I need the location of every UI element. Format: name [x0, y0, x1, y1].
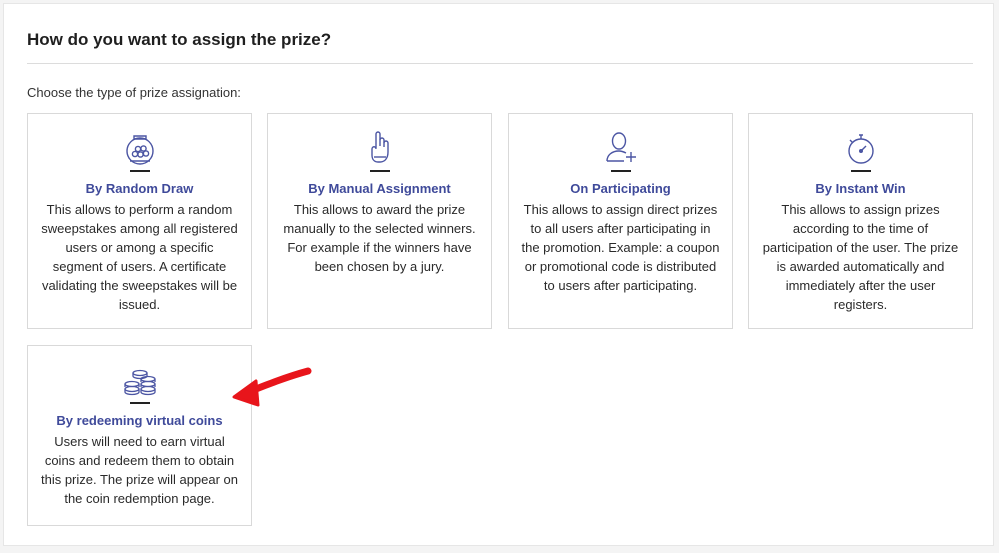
annotation-arrow-icon: [232, 367, 312, 407]
section-subtitle: Choose the type of prize assignation:: [27, 85, 241, 100]
icon-underline: [369, 170, 390, 172]
option-description: This allows to award the prize manually …: [283, 202, 476, 274]
icon-underline: [129, 402, 150, 404]
coins-stack-icon: [123, 369, 156, 396]
option-card-redeeming-virtual-coins[interactable]: By redeeming virtual coins Users will ne…: [27, 345, 252, 526]
stopwatch-icon: [847, 134, 874, 164]
option-title: By Random Draw: [85, 181, 194, 196]
option-card-random-draw[interactable]: By Random Draw This allows to perform a …: [27, 113, 252, 329]
option-card-on-participating[interactable]: On Participating This allows to assign d…: [508, 113, 733, 329]
option-description: Users will need to earn virtual coins an…: [40, 434, 239, 506]
icon-underline: [610, 170, 631, 172]
title-divider: [27, 63, 973, 64]
option-description: This allows to perform a random sweepsta…: [41, 202, 238, 312]
option-description: This allows to assign prizes according t…: [762, 202, 959, 312]
page-title: How do you want to assign the prize?: [27, 30, 332, 49]
option-title: By Manual Assignment: [308, 181, 451, 196]
assign-prize-panel: How do you want to assign the prize? Cho…: [3, 3, 994, 546]
option-title: By Instant Win: [815, 181, 906, 196]
raised-hand-icon: [370, 131, 389, 163]
option-card-manual-assignment[interactable]: By Manual Assignment This allows to awar…: [267, 113, 492, 329]
option-card-instant-win[interactable]: By Instant Win This allows to assign pri…: [748, 113, 973, 329]
option-description: This allows to assign direct prizes to a…: [521, 202, 720, 293]
icon-underline: [129, 170, 150, 172]
option-title: By redeeming virtual coins: [56, 413, 223, 428]
gumball-machine-icon: [125, 135, 154, 165]
icon-underline: [850, 170, 871, 172]
user-plus-icon: [605, 132, 636, 162]
option-title: On Participating: [570, 181, 671, 196]
